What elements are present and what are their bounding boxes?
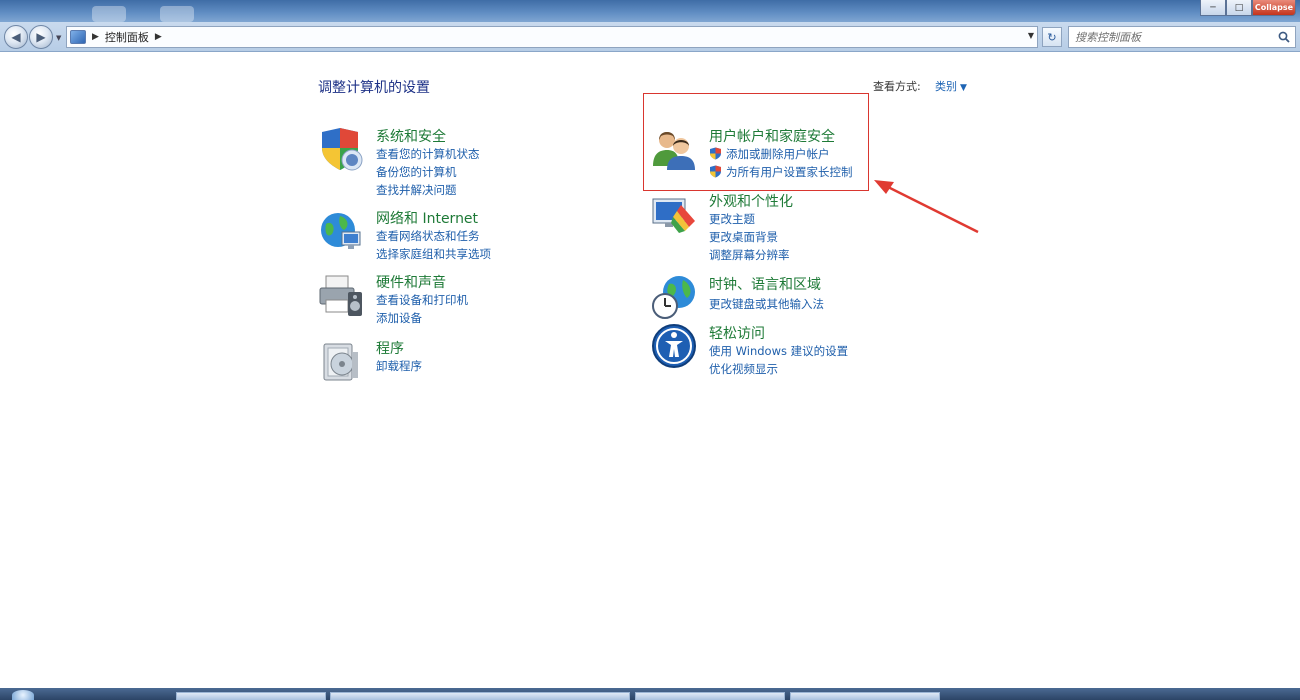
forward-button[interactable]: ▶: [29, 25, 53, 49]
start-button[interactable]: [12, 690, 34, 700]
chevron-right-icon[interactable]: ▶: [92, 32, 99, 42]
category-link[interactable]: 选择家庭组和共享选项: [376, 246, 491, 262]
category-title[interactable]: 网络和 Internet: [376, 208, 478, 228]
window-controls: ─ □ Collapse: [1200, 0, 1296, 18]
address-bar[interactable]: ▶ 控制面板 ▶ ▼: [66, 26, 1038, 48]
history-dropdown-icon[interactable]: ▼: [56, 34, 61, 42]
view-by-dropdown[interactable]: 类别 ▼: [935, 78, 967, 94]
category-link[interactable]: 查看设备和打印机: [376, 292, 468, 308]
taskbar-button[interactable]: [790, 692, 940, 700]
programs-disk-icon: [323, 343, 358, 381]
category-link[interactable]: 更改键盘或其他输入法: [709, 296, 824, 312]
navigation-bar: ◀ ▶ ▼ ▶ 控制面板 ▶ ▼ ↻: [0, 22, 1300, 52]
category-link[interactable]: 查看网络状态和任务: [376, 228, 480, 244]
background-window-ghost: [92, 6, 126, 22]
ease-of-access-icon: [652, 324, 696, 368]
category-link[interactable]: 更改主题: [709, 211, 755, 227]
address-dropdown-icon[interactable]: ▼: [1028, 31, 1034, 40]
appearance-icon: [652, 198, 695, 233]
control-panel-icon: [70, 30, 86, 44]
annotation-arrow-icon: [874, 180, 979, 234]
refresh-button[interactable]: ↻: [1042, 27, 1062, 47]
category-link[interactable]: 更改桌面背景: [709, 229, 778, 245]
category-title[interactable]: 硬件和声音: [376, 272, 446, 292]
category-link[interactable]: 查找并解决问题: [376, 182, 457, 198]
search-input[interactable]: [1069, 27, 1269, 47]
category-link[interactable]: 查看您的计算机状态: [376, 146, 480, 162]
view-by-value[interactable]: 类别: [935, 80, 957, 93]
chevron-down-icon[interactable]: ▼: [960, 83, 967, 93]
maximize-button[interactable]: □: [1226, 0, 1252, 16]
window-title-bar: ─ □ Collapse: [0, 0, 1300, 22]
category-title[interactable]: 外观和个性化: [709, 191, 793, 211]
category-link[interactable]: 优化视频显示: [709, 361, 778, 377]
background-window-ghost: [160, 6, 194, 22]
chevron-right-icon[interactable]: ▶: [155, 32, 162, 42]
back-button[interactable]: ◀: [4, 25, 28, 49]
category-link[interactable]: 添加设备: [376, 310, 422, 326]
category-link[interactable]: 卸载程序: [376, 358, 422, 374]
category-title[interactable]: 程序: [376, 338, 404, 358]
printer-speaker-icon: [319, 275, 362, 316]
taskbar-button[interactable]: [330, 692, 630, 700]
taskbar: [0, 688, 1300, 700]
highlight-box: [643, 93, 869, 191]
category-link[interactable]: 使用 Windows 建议的设置: [709, 343, 848, 359]
category-title[interactable]: 时钟、语言和区域: [709, 274, 821, 294]
search-box[interactable]: [1068, 26, 1296, 48]
network-globe-icon: [321, 213, 361, 249]
category-link[interactable]: 备份您的计算机: [376, 164, 457, 180]
clock-globe-icon: [652, 276, 695, 319]
category-link[interactable]: 调整屏幕分辨率: [709, 247, 790, 263]
close-button[interactable]: Collapse: [1252, 0, 1296, 16]
category-title[interactable]: 系统和安全: [376, 126, 446, 146]
view-by-label: 查看方式:: [873, 80, 921, 93]
breadcrumb-control-panel[interactable]: 控制面板: [105, 29, 149, 45]
category-title[interactable]: 轻松访问: [709, 323, 765, 343]
shield-computer-icon: [322, 128, 363, 171]
minimize-button[interactable]: ─: [1200, 0, 1226, 16]
page-title: 调整计算机的设置: [318, 80, 430, 96]
taskbar-button[interactable]: [635, 692, 785, 700]
search-icon[interactable]: [1278, 31, 1290, 43]
taskbar-button[interactable]: [176, 692, 326, 700]
